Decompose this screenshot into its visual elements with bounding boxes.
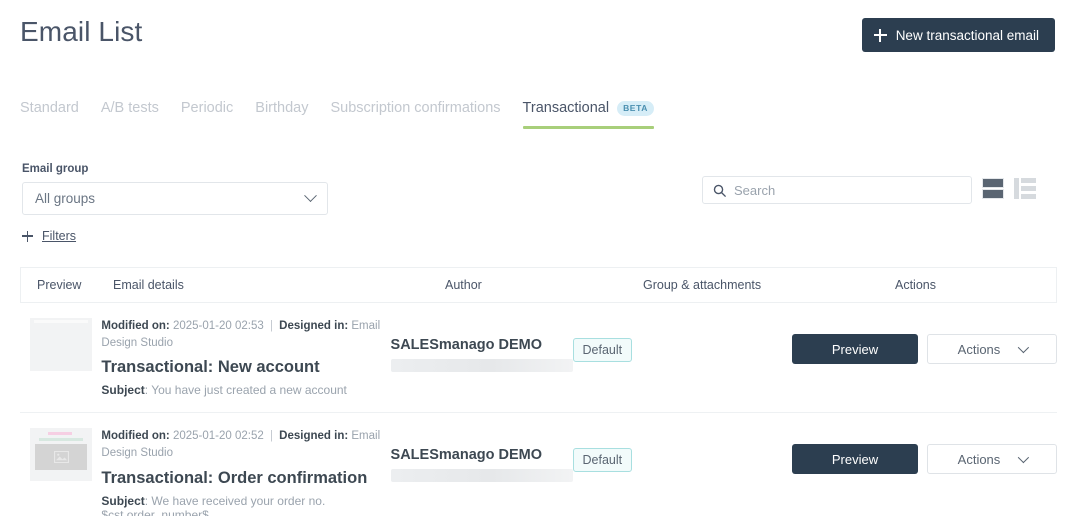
table-header-row: Preview Email details Author Group & att… [20,267,1057,303]
preview-thumbnail-cell [20,428,101,482]
column-header-preview: Preview [37,278,82,292]
email-name[interactable]: Transactional: Order confirmation [101,469,390,488]
group-badge: Default [572,338,633,362]
modified-on-label: Modified on: [101,430,170,443]
plus-icon [22,230,33,242]
table-row[interactable]: Modified on: 2025-01-20 02:52 | Designed… [20,413,1057,516]
table-row[interactable]: Modified on: 2025-01-20 02:53 | Designed… [20,303,1057,414]
new-transactional-email-button[interactable]: New transactional email [861,18,1055,52]
tab-ab-tests-label: A/B tests [100,100,159,116]
tab-standard[interactable]: Standard [20,100,79,129]
filters-label: Filters [42,229,77,243]
designed-in-label: Designed in: [279,320,349,332]
tab-standard-label: Standard [20,100,79,116]
grid-view-icon[interactable] [982,178,1004,199]
chevron-down-icon [304,189,317,203]
tab-subscription-confirmations-label: Subscription confirmations [330,100,501,116]
search-box[interactable] [702,176,972,204]
email-meta: Modified on: 2025-01-20 02:53 | Designed… [101,318,390,351]
search-icon [713,184,726,197]
actions-cell: Preview Actions [791,318,1057,364]
actions-button-label: Actions [957,451,1001,467]
preview-button[interactable]: Preview [791,334,918,364]
column-header-actions: Actions [895,278,936,292]
tab-subscription-confirmations[interactable]: Subscription confirmations [330,100,500,129]
email-details-cell: Modified on: 2025-01-20 02:53 | Designed… [101,318,390,397]
thumbnail-accent-bar [48,432,72,436]
email-group-label: Email group [22,163,89,175]
email-subject: Subject: You have just created a new acc… [101,383,390,397]
column-header-email-details: Email details [113,278,184,292]
tab-ab-tests[interactable]: A/B tests [101,100,159,129]
preview-button[interactable]: Preview [791,444,918,475]
designed-in-label: Designed in: [279,430,349,443]
group-badge: Default [572,448,633,473]
tab-birthday-label: Birthday [255,100,309,116]
actions-button[interactable]: Actions [926,334,1057,364]
email-group-select[interactable]: All groups [22,182,328,215]
email-table: Preview Email details Author Group & att… [20,267,1057,516]
subject-label: Subject [101,493,145,508]
email-group-value: All groups [35,191,96,206]
page-title: Email List [20,16,143,47]
actions-button-label: Actions [957,341,1001,357]
preview-thumbnail-cell [20,318,101,371]
email-name[interactable]: Transactional: New account [101,358,390,377]
email-details-cell: Modified on: 2025-01-20 02:52 | Designed… [101,428,390,516]
chevron-down-icon [1018,341,1030,354]
author-name: SALESmanago DEMO [390,447,542,464]
new-transactional-email-label: New transactional email [895,27,1039,43]
email-thumbnail[interactable] [30,428,92,482]
email-thumbnail[interactable] [30,318,92,371]
column-header-group-attachments: Group & attachments [643,278,762,292]
tab-periodic-label: Periodic [180,100,234,116]
actions-button[interactable]: Actions [926,444,1057,475]
email-type-tabs: Standard A/B tests Periodic Birthday Sub… [20,100,655,129]
search-input[interactable] [734,182,961,198]
subject-value: You have just created a new account [151,383,347,398]
redacted-author-detail [390,359,573,372]
author-cell: SALESmanago DEMO [390,428,573,483]
email-meta: Modified on: 2025-01-20 02:52 | Designed… [101,428,390,461]
thumbnail-strip [34,320,88,323]
group-attachments-cell: Default [572,428,792,473]
email-list-page: Email List New transactional email Stand… [0,0,1071,516]
image-placeholder-icon [35,444,87,471]
tab-transactional[interactable]: Transactional BETA [522,100,655,129]
chevron-down-icon [1018,452,1030,464]
tab-periodic[interactable]: Periodic [181,100,233,129]
email-subject: Subject: We have received your order no.… [101,494,390,516]
modified-on-value: 2025-01-20 02:53 [172,320,264,332]
author-cell: SALESmanago DEMO [390,318,573,372]
column-header-author: Author [445,278,482,292]
redacted-author-detail [390,469,573,483]
plus-icon [873,28,887,42]
list-view-icon[interactable] [1014,178,1036,199]
modified-on-value: 2025-01-20 02:52 [172,430,264,443]
author-name: SALESmanago DEMO [390,337,542,353]
modified-on-label: Modified on: [101,320,170,332]
tab-transactional-label: Transactional [522,100,610,116]
group-attachments-cell: Default [572,318,792,362]
view-toggle-group [982,178,1036,199]
page-header: Email List New transactional email [0,0,1071,78]
meta-separator: | [269,430,273,443]
meta-separator: | [269,320,273,332]
tab-birthday[interactable]: Birthday [255,100,308,129]
filters-toggle[interactable]: Filters [22,229,76,243]
subject-label: Subject [101,383,145,398]
actions-cell: Preview Actions [791,428,1057,475]
beta-badge: BETA [617,100,654,116]
thumbnail-text-lines [39,438,83,442]
